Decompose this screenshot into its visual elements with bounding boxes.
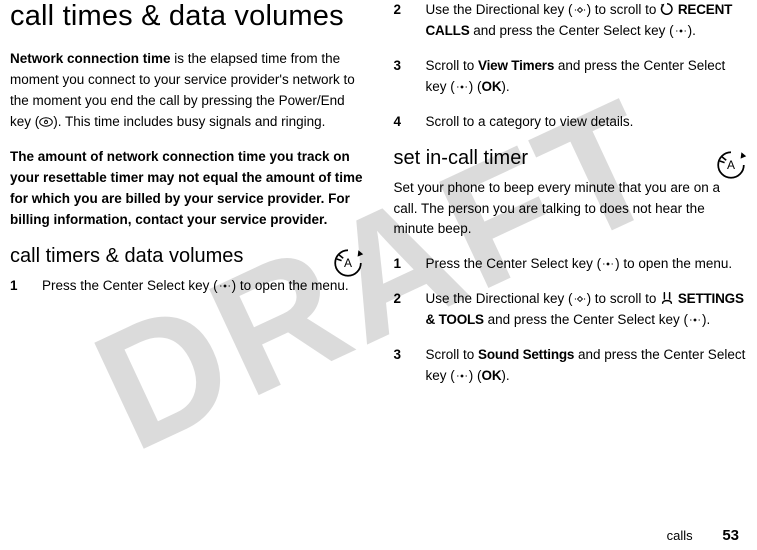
step-body: Scroll to a category to view details. — [426, 112, 748, 133]
step-item: 1 Press the Center Select key ( ) to open… — [10, 276, 364, 297]
subheading-call-timers: call timers & data volumes — [10, 245, 322, 268]
text-fragment: ). — [501, 368, 509, 383]
step-body: Use the Directional key () to scroll to … — [426, 0, 748, 42]
text-fragment: Press the Center Select key ( — [42, 278, 218, 293]
page-number: 53 — [722, 527, 739, 544]
recent-calls-icon — [660, 2, 674, 16]
center-select-key-icon — [218, 281, 232, 291]
step-item: 2 Use the Directional key ( ) to scroll t… — [394, 289, 748, 331]
in-call-timer-paragraph: Set your phone to beep every minute that… — [394, 178, 748, 241]
step-number: 4 — [394, 112, 408, 133]
subheading-row: set in-call timer A — [394, 147, 748, 170]
menu-label: View Timers — [478, 58, 554, 73]
text-fragment: ) to open the menu. — [232, 278, 349, 293]
network-time-lead: Network connection time — [10, 51, 171, 66]
step-body: Press the Center Select key ( ) to open t… — [426, 254, 748, 275]
step-item: 4 Scroll to a category to view details. — [394, 112, 748, 133]
section-heading: call times & data volumes — [10, 0, 364, 33]
softkey-label: OK — [482, 79, 502, 94]
text-fragment: ) to scroll to — [587, 291, 661, 306]
step-body: Press the Center Select key ( ) to open t… — [42, 276, 364, 297]
text-fragment: and press the Center Select key ( — [484, 312, 688, 327]
network-time-body-b: ). This time includes busy signals and r… — [53, 114, 325, 129]
text-fragment: Press the Center Select key ( — [426, 256, 602, 271]
center-select-key-icon — [455, 371, 469, 381]
billing-disclaimer: The amount of network connection time yo… — [10, 147, 364, 231]
page-footer: calls 53 — [667, 527, 739, 544]
step-number: 2 — [394, 289, 408, 331]
step-number: 2 — [394, 0, 408, 42]
svg-text:A: A — [343, 256, 351, 270]
svg-text:A: A — [727, 158, 735, 172]
text-fragment: Use the Directional key ( — [426, 291, 573, 306]
power-end-key-icon — [39, 117, 53, 127]
step-item: 3 Scroll to View Timers and press the Ce… — [394, 56, 748, 98]
center-select-key-icon — [674, 26, 688, 36]
subheading-row: call timers & data volumes A — [10, 245, 364, 268]
step-item: 2 Use the Directional key ( ) to scroll t… — [394, 0, 748, 42]
footer-section-label: calls — [667, 528, 693, 543]
right-column: 2 Use the Directional key ( ) to scroll t… — [394, 0, 748, 500]
steps-list-a-continued: 2 Use the Directional key ( ) to scroll t… — [394, 0, 748, 133]
feature-availability-icon: A — [332, 247, 364, 279]
text-fragment: ) to open the menu. — [615, 256, 732, 271]
text-fragment: ). — [702, 312, 710, 327]
step-number: 3 — [394, 345, 408, 387]
page-body: call times & data volumes Network connec… — [0, 0, 757, 500]
step-number: 1 — [394, 254, 408, 275]
step-number: 1 — [10, 276, 24, 297]
step-body: Scroll to Sound Settings and press the C… — [426, 345, 748, 387]
menu-label: Sound Settings — [478, 347, 574, 362]
directional-key-icon — [573, 294, 587, 304]
feature-availability-icon: A — [715, 149, 747, 181]
softkey-label: OK — [482, 368, 502, 383]
step-number: 3 — [394, 56, 408, 98]
step-item: 3 Scroll to Sound Settings and press the… — [394, 345, 748, 387]
text-fragment: Scroll to — [426, 347, 479, 362]
settings-tools-icon — [660, 291, 674, 305]
step-body: Use the Directional key () to scroll to … — [426, 289, 748, 331]
text-fragment: Use the Directional key ( — [426, 2, 573, 17]
text-fragment: ). — [688, 23, 696, 38]
network-time-paragraph: Network connection time is the elapsed t… — [10, 49, 364, 133]
steps-list-b: 1 Press the Center Select key ( ) to open… — [394, 254, 748, 387]
step-body: Scroll to View Timers and press the Cent… — [426, 56, 748, 98]
text-fragment: ) to scroll to — [587, 2, 661, 17]
subheading-in-call-timer: set in-call timer — [394, 147, 706, 170]
text-fragment: ). — [501, 79, 509, 94]
center-select-key-icon — [455, 82, 469, 92]
left-column: call times & data volumes Network connec… — [10, 0, 364, 500]
center-select-key-icon — [601, 259, 615, 269]
center-select-key-icon — [688, 315, 702, 325]
text-fragment: and press the Center Select key ( — [470, 23, 674, 38]
text-fragment: Scroll to — [426, 58, 479, 73]
step-item: 1 Press the Center Select key ( ) to open… — [394, 254, 748, 275]
steps-list-a: 1 Press the Center Select key ( ) to open… — [10, 276, 364, 297]
directional-key-icon — [573, 5, 587, 15]
